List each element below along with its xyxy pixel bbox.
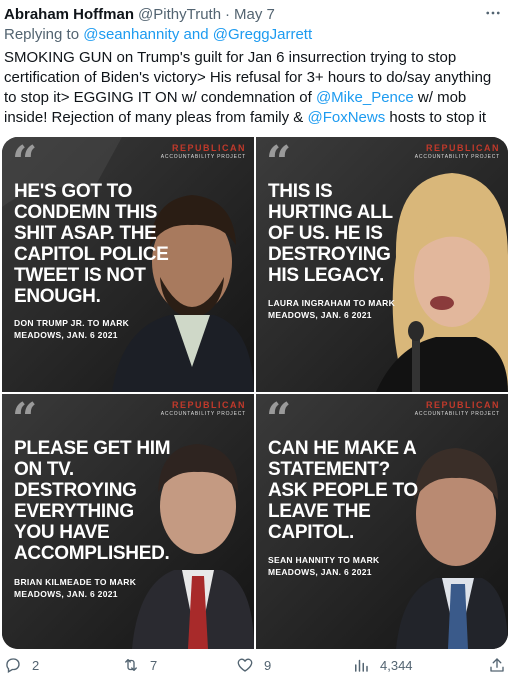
quote-line: OF US. HE IS: [268, 223, 383, 244]
tweet-line-3-tail: w/ mob: [413, 89, 467, 106]
views-button[interactable]: 4,344: [352, 656, 413, 674]
reply-count: 2: [32, 657, 40, 673]
brand-sub: ACCOUNTABILITY PROJECT: [414, 411, 500, 417]
media-image-2[interactable]: “ REPUBLICAN ACCOUNTABILITY PROJECT THIS…: [256, 137, 508, 392]
quote-line: EVERYTHING: [14, 501, 134, 522]
quote-mark: “: [12, 137, 38, 188]
tweet-line-4-tail: hosts to stop it: [385, 109, 487, 126]
brand-name: REPUBLICAN: [171, 143, 246, 153]
more-icon: [486, 11, 500, 15]
attr-line: DON TRUMP JR. TO MARK: [14, 318, 130, 328]
tweet-line-2: certification of Biden's victory> His re…: [4, 69, 492, 86]
brand-sub: ACCOUNTABILITY PROJECT: [160, 411, 246, 417]
quote-mark: “: [266, 394, 292, 445]
quote-attribution: SEAN HANNITY TO MARK MEADOWS, JAN. 6 202…: [268, 554, 379, 578]
retweet-icon: [125, 659, 137, 671]
mention-mike-pence[interactable]: @Mike_Pence: [316, 89, 414, 106]
like-count: 9: [264, 657, 272, 673]
media-image-4[interactable]: “ REPUBLICAN ACCOUNTABILITY PROJECT CAN …: [256, 394, 508, 649]
quote-line: CONDEMN THIS: [14, 202, 158, 223]
action-bar: 2 7 9 4,344: [4, 656, 506, 678]
brand-logo: REPUBLICAN ACCOUNTABILITY PROJECT: [415, 400, 500, 417]
views-count: 4,344: [380, 657, 413, 673]
tweet-line-4-text: inside! Rejection of many pleas from fam…: [4, 109, 308, 126]
brand-logo: REPUBLICAN ACCOUNTABILITY PROJECT: [161, 143, 246, 160]
quote-line: ENOUGH.: [14, 286, 101, 307]
quote-mark: “: [12, 394, 38, 445]
reply-button[interactable]: 2: [4, 656, 39, 674]
retweet-count: 7: [150, 657, 158, 673]
quote-attribution: LAURA INGRAHAM TO MARK MEADOWS, JAN. 6 2…: [268, 297, 395, 321]
attr-line: MEADOWS, JAN. 6 2021: [14, 589, 118, 599]
quote-text: THIS IS HURTING ALL OF US. HE IS DESTROY…: [268, 181, 393, 286]
quote-line: STATEMENT?: [268, 459, 390, 480]
mention-foxnews[interactable]: @FoxNews: [307, 109, 385, 126]
quote-line: HIS LEGACY.: [268, 265, 384, 286]
reply-mention-seanhannity[interactable]: @seanhannity: [83, 26, 179, 43]
tweet-line-4: inside! Rejection of many pleas from fam…: [4, 108, 504, 128]
quote-line: PLEASE GET HIM: [14, 438, 171, 459]
brand-sub: ACCOUNTABILITY PROJECT: [160, 154, 246, 160]
post-date[interactable]: May 7: [234, 6, 275, 23]
author-handle[interactable]: @PithyTruth: [138, 6, 221, 23]
separator-dot: ·: [225, 5, 231, 23]
media-grid: “ REPUBLICAN ACCOUNTABILITY PROJECT HE'S…: [2, 137, 508, 649]
share-button[interactable]: [488, 656, 506, 674]
media-image-3[interactable]: “ REPUBLICAN ACCOUNTABILITY PROJECT PLEA…: [2, 394, 254, 649]
brand-logo: REPUBLICAN ACCOUNTABILITY PROJECT: [161, 400, 246, 417]
share-icon: [490, 658, 504, 672]
brand-sub: ACCOUNTABILITY PROJECT: [414, 154, 500, 160]
replying-to-line: Replying to @seanhannity and @GreggJarre…: [4, 26, 312, 43]
attr-line: BRIAN KILMEADE TO MARK: [14, 577, 137, 587]
quote-line: CAPITOL POLICE: [14, 244, 169, 265]
tweet-line-3: to stop it> EGGING IT ON w/ condemnation…: [4, 88, 504, 108]
quote-attribution: BRIAN KILMEADE TO MARK MEADOWS, JAN. 6 2…: [14, 576, 136, 600]
brand-name: REPUBLICAN: [425, 143, 500, 153]
quote-line: CAN HE MAKE A: [268, 438, 417, 459]
attr-line: MEADOWS, JAN. 6 2021: [268, 310, 372, 320]
quote-line: DESTROYING: [268, 244, 391, 265]
quote-line: SHIT ASAP. THE: [14, 223, 157, 244]
quote-line: ASK PEOPLE TO: [268, 480, 418, 501]
quote-line: HE'S GOT TO: [14, 181, 133, 202]
reply-mention-greggjarrett[interactable]: @GreggJarrett: [213, 26, 312, 43]
brand-name: REPUBLICAN: [425, 400, 500, 410]
attr-line: SEAN HANNITY TO MARK: [268, 555, 380, 565]
quote-text: HE'S GOT TO CONDEMN THIS SHIT ASAP. THE …: [14, 181, 169, 307]
views-icon: [355, 659, 368, 672]
attr-line: MEADOWS, JAN. 6 2021: [14, 330, 118, 340]
quote-line: TWEET IS NOT: [14, 265, 146, 286]
reply-icon: [6, 658, 20, 673]
quote-text: PLEASE GET HIM ON TV. DESTROYING EVERYTH…: [14, 438, 171, 564]
quote-line: ON TV.: [14, 459, 74, 480]
retweet-button[interactable]: 7: [122, 656, 157, 674]
reply-and[interactable]: and: [184, 26, 209, 43]
heart-icon: [237, 658, 253, 672]
quote-line: HURTING ALL: [268, 202, 393, 223]
quote-line: ACCOMPLISHED.: [14, 543, 170, 564]
tweet-line-3-text: to stop it> EGGING IT ON w/ condemnation…: [4, 89, 316, 106]
tweet-text: SMOKING GUN on Trump's guilt for Jan 6 i…: [4, 48, 504, 128]
tweet-line-1: SMOKING GUN on Trump's guilt for Jan 6 i…: [4, 49, 457, 66]
quote-attribution: DON TRUMP JR. TO MARK MEADOWS, JAN. 6 20…: [14, 317, 129, 341]
reply-prefix: Replying to: [4, 26, 80, 43]
post-header: Abraham Hoffman @PithyTruth · May 7: [4, 4, 504, 24]
brand-logo: REPUBLICAN ACCOUNTABILITY PROJECT: [415, 143, 500, 160]
quote-mark: “: [266, 137, 292, 188]
attr-line: MEADOWS, JAN. 6 2021: [268, 567, 372, 577]
quote-line: THIS IS: [268, 181, 333, 202]
quote-text: CAN HE MAKE A STATEMENT? ASK PEOPLE TO L…: [268, 438, 418, 543]
more-options-button[interactable]: [482, 2, 504, 24]
quote-line: CAPITOL.: [268, 522, 354, 543]
quote-line: YOU HAVE: [14, 522, 110, 543]
attr-line: LAURA INGRAHAM TO MARK: [268, 298, 396, 308]
quote-line: DESTROYING: [14, 480, 137, 501]
brand-name: REPUBLICAN: [171, 400, 246, 410]
like-button[interactable]: 9: [236, 656, 271, 674]
author-name[interactable]: Abraham Hoffman: [4, 6, 134, 23]
quote-line: LEAVE THE: [268, 501, 371, 522]
media-image-1[interactable]: “ REPUBLICAN ACCOUNTABILITY PROJECT HE'S…: [2, 137, 254, 392]
